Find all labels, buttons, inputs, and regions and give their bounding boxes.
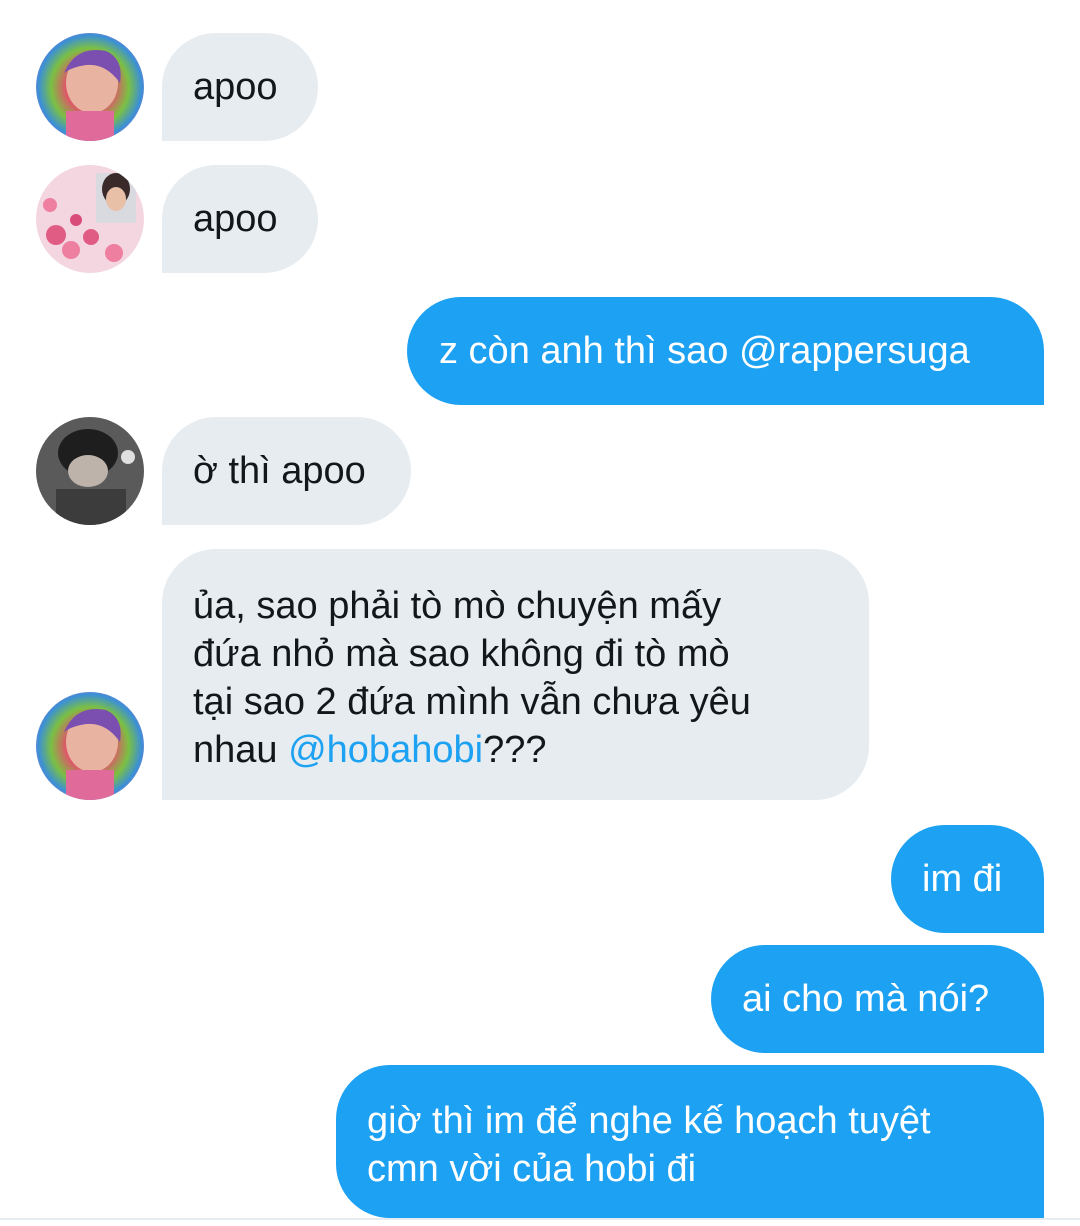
avatar-hearts[interactable] bbox=[36, 165, 144, 273]
message-text-line: ủa, sao phải tò mò chuyện mấy bbox=[193, 585, 722, 627]
message-text: z còn anh thì sao @rappersuga bbox=[439, 330, 970, 372]
message-bubble-outgoing: z còn anh thì sao @rappersuga bbox=[407, 297, 1044, 405]
avatar-rainbow[interactable] bbox=[36, 33, 144, 141]
message-bubble-outgoing: ai cho mà nói? bbox=[711, 945, 1044, 1053]
message-bubble-incoming: ờ thì apoo bbox=[162, 417, 411, 525]
divider bbox=[0, 1218, 1080, 1220]
message-text: apoo bbox=[193, 66, 278, 108]
avatar-rainbow-image bbox=[36, 692, 144, 800]
message-text: apoo bbox=[193, 198, 278, 240]
avatar-dark-image bbox=[36, 417, 144, 525]
message-text: ai cho mà nói? bbox=[742, 978, 990, 1020]
message-bubble-outgoing: im đi bbox=[891, 825, 1044, 933]
message-text-line: đứa nhỏ mà sao không đi tò mò bbox=[193, 633, 730, 675]
message-text-line: nhau @hobahobi??? bbox=[193, 726, 869, 774]
message-text: ờ thì apoo bbox=[193, 450, 366, 492]
message-text: nhau bbox=[193, 729, 289, 771]
avatar-dark[interactable] bbox=[36, 417, 144, 525]
avatar-hearts-image bbox=[36, 165, 144, 273]
message-bubble-incoming: apoo bbox=[162, 33, 318, 141]
message-text: im đi bbox=[922, 858, 1003, 900]
message-text: ??? bbox=[483, 729, 547, 771]
message-bubble-incoming: apoo bbox=[162, 165, 318, 273]
message-text-line: giờ thì im để nghe kế hoạch tuyệt bbox=[367, 1100, 931, 1142]
message-text-line: tại sao 2 đứa mình vẫn chưa yêu bbox=[193, 681, 751, 723]
message-bubble-outgoing: giờ thì im để nghe kế hoạch tuyệt cmn vờ… bbox=[336, 1065, 1044, 1218]
message-bubble-incoming: ủa, sao phải tò mò chuyện mấy đứa nhỏ mà… bbox=[162, 549, 869, 800]
avatar-rainbow[interactable] bbox=[36, 692, 144, 800]
avatar-rainbow-image bbox=[36, 33, 144, 141]
message-text-line: cmn vời của hobi đi bbox=[367, 1148, 697, 1190]
mention-link[interactable]: @hobahobi bbox=[288, 729, 483, 771]
